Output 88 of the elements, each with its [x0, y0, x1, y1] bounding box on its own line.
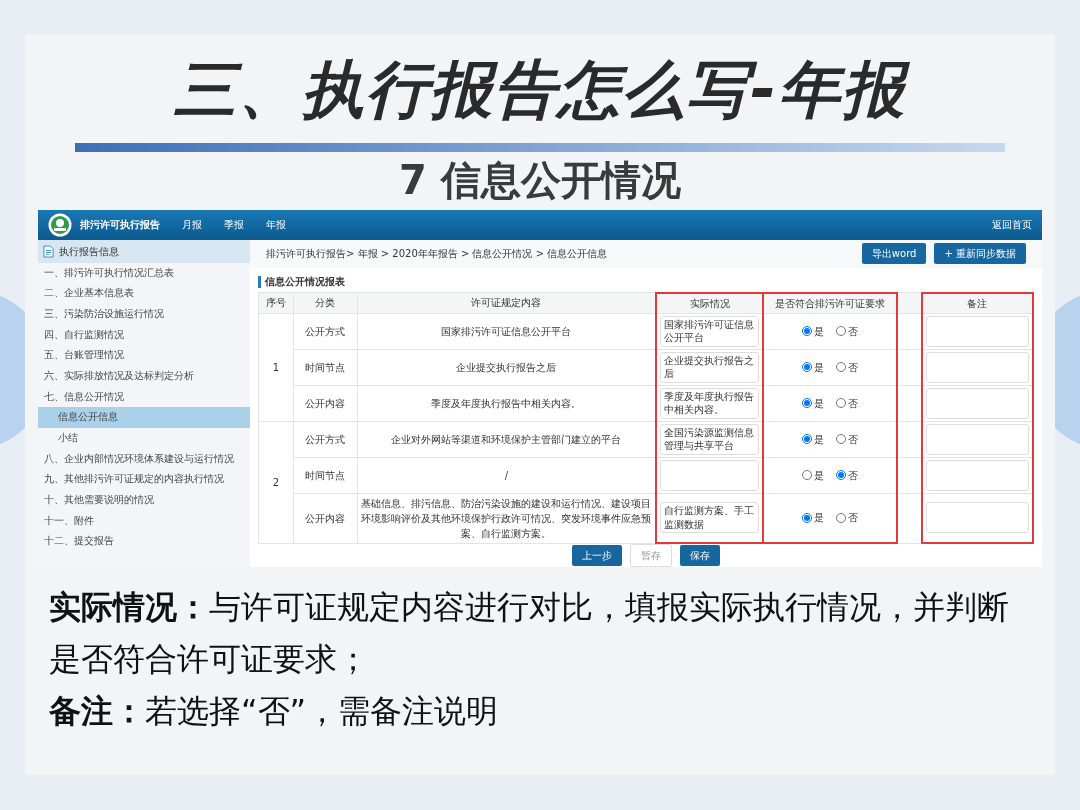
note-field[interactable] [925, 387, 1029, 419]
radio-label: 否 [848, 468, 859, 483]
sidebar-item[interactable]: 三、污染防治设施运行情况 [38, 303, 250, 325]
column-header: 是否符合排污许可证要求 [775, 297, 886, 309]
note-field[interactable] [925, 351, 1029, 383]
row-number: 1 [272, 361, 280, 373]
note-field[interactable] [925, 315, 1029, 347]
actual-field[interactable]: 国家排污许可证信息公开平台 [660, 315, 760, 347]
document-icon [43, 244, 54, 258]
radio-button[interactable] [802, 470, 813, 480]
emblem-icon [48, 212, 72, 237]
breadcrumb-trail: 排污许可执行报告> 年报 > 2020年年报告 > 信息公开情况 > 信息公开信息 [266, 247, 609, 261]
form-button[interactable]: 上一步 [572, 545, 622, 566]
home-link[interactable]: 返回首页 [992, 217, 1032, 233]
radio-label: 是 [814, 432, 825, 447]
category-cell: 公开方式 [305, 433, 346, 445]
radio-label: 否 [848, 511, 859, 526]
radio-button[interactable] [802, 362, 813, 372]
nav-link[interactable]: 年报 [266, 217, 286, 233]
sidebar-item[interactable]: 十一、附件 [38, 510, 250, 532]
category-cell: 公开内容 [305, 512, 346, 524]
content-cell: 季度及年度执行报告中相关内容。 [431, 397, 582, 409]
category-cell: 时间节点 [305, 469, 346, 481]
toolbar-button[interactable]: 导出word [861, 243, 927, 264]
row-number: 2 [272, 476, 280, 488]
content-cell: 基础信息、排污信息、防治污染设施的建设和运行情况、建设项目环境影响评价及其他环境保护行政许可情况、突发环境事件应急预案、自行监测方案。 [361, 497, 652, 539]
radio-button[interactable] [836, 512, 847, 523]
radio-label: 否 [848, 360, 859, 375]
radio-button[interactable] [802, 398, 813, 408]
sidebar-item[interactable]: 九、其他排污许可证规定的内容执行情况 [38, 469, 250, 491]
radio-button[interactable] [836, 398, 847, 408]
sidebar-item[interactable]: 八、企业内部情况环境体系建设与运行情况 [38, 448, 250, 470]
note-field[interactable] [925, 423, 1029, 455]
content-cell: 企业对外网站等渠道和环境保护主管部门建立的平台 [391, 433, 622, 445]
radio-label: 是 [814, 324, 825, 339]
actual-field[interactable] [660, 459, 760, 491]
actual-field[interactable]: 自行监测方案、手工监测数据 [660, 502, 760, 534]
radio-label: 否 [848, 396, 859, 411]
content-cell: / [504, 469, 509, 481]
sidebar-item[interactable]: 信息公开信息 [38, 407, 250, 428]
sidebar-header-label: 执行报告信息 [59, 244, 119, 259]
radio-label: 是 [814, 360, 825, 375]
note-paragraph: 备注：若选择“否”，需备注说明 [49, 691, 500, 732]
form-title: 信息公开情况报表 [258, 275, 1034, 288]
note-field[interactable] [925, 502, 1029, 534]
sidebar-item[interactable]: 四、自行监测情况 [38, 324, 250, 346]
note-paragraph: 实际情况：与许可证规定内容进行对比，填报实际执行情况，并判断是否符合许可证要求； [49, 587, 1010, 680]
toolbar-button[interactable]: + 重新同步数据 [934, 243, 1026, 264]
category-cell: 时间节点 [305, 361, 346, 373]
nav-link[interactable]: 季报 [224, 217, 244, 233]
radio-label: 是 [814, 468, 825, 483]
content-cell: 企业提交执行报告之后 [456, 361, 557, 373]
sidebar-item[interactable]: 七、信息公开情况 [38, 386, 250, 408]
slide-subtitle: 7 信息公开情况 [399, 160, 681, 200]
actual-field[interactable]: 全国污染源监测信息管理与共享平台 [660, 423, 760, 455]
sidebar-item[interactable]: 五、台账管理情况 [38, 345, 250, 366]
actual-field[interactable]: 企业提交执行报告之后 [660, 351, 760, 383]
sidebar-item[interactable]: 二、企业基本信息表 [38, 283, 250, 304]
category-cell: 公开内容 [305, 397, 346, 409]
note-field[interactable] [925, 459, 1029, 491]
column-header: 序号 [266, 297, 286, 309]
sidebar-item[interactable]: 一、排污许可执行情况汇总表 [38, 262, 250, 284]
radio-label: 否 [848, 324, 859, 339]
app-title: 排污许可执行报告 [80, 218, 160, 233]
sidebar-item[interactable]: 十、其他需要说明的情况 [38, 490, 250, 511]
sidebar-header[interactable]: 执行报告信息 [38, 239, 250, 263]
sidebar-item[interactable]: 六、实际排放情况及达标判定分析 [38, 365, 250, 387]
column-header: 备注 [967, 297, 988, 309]
column-header: 许可证规定内容 [471, 297, 542, 309]
radio-button[interactable] [836, 362, 847, 372]
radio-button[interactable] [836, 326, 847, 336]
radio-button[interactable] [836, 434, 847, 444]
radio-button[interactable] [802, 512, 813, 523]
form-button[interactable]: 保存 [680, 545, 720, 566]
content-cell: 国家排污许可证信息公开平台 [441, 325, 572, 337]
radio-label: 是 [814, 396, 825, 411]
sidebar-item[interactable]: 十二、提交报告 [38, 531, 250, 553]
nav-link[interactable]: 月报 [182, 217, 202, 233]
category-cell: 公开方式 [305, 325, 346, 337]
actual-field[interactable]: 季度及年度执行报告中相关内容。 [660, 387, 760, 419]
radio-button[interactable] [836, 470, 847, 480]
radio-label: 是 [814, 511, 825, 526]
sidebar-item[interactable]: 小结 [38, 428, 250, 449]
radio-button[interactable] [802, 434, 813, 444]
column-header: 分类 [315, 297, 336, 309]
column-header: 实际情况 [689, 297, 730, 309]
radio-label: 否 [848, 432, 859, 447]
radio-button[interactable] [802, 326, 813, 336]
